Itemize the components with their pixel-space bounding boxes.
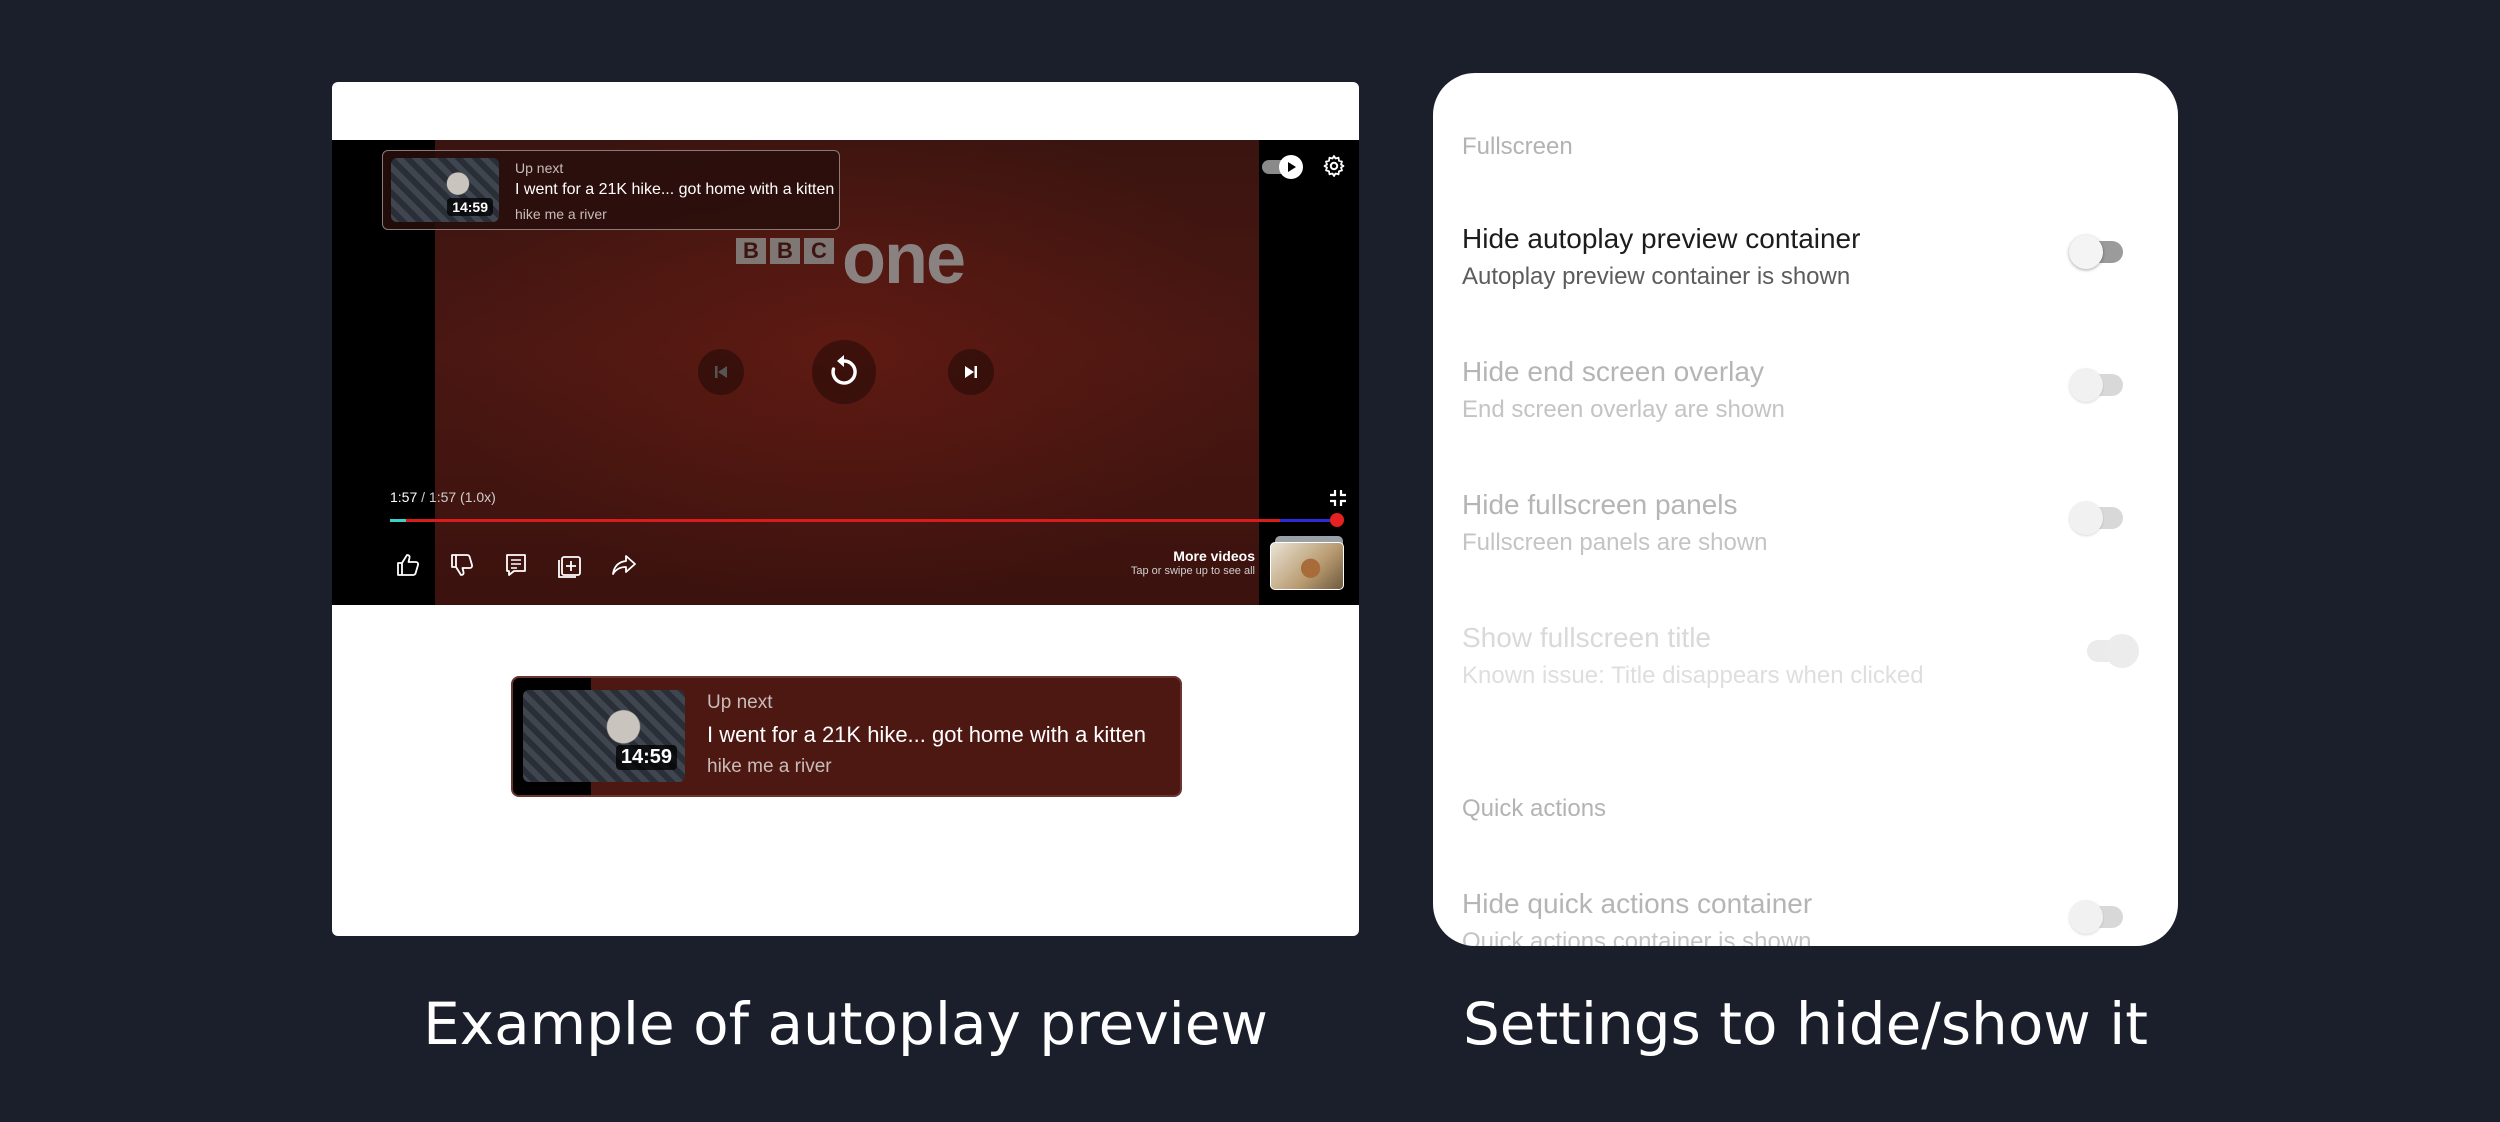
more-videos-thumbnail[interactable]: [1270, 542, 1344, 590]
up-next-channel: hike me a river: [515, 206, 607, 222]
setting-subtitle: Fullscreen panels are shown: [1462, 529, 1768, 556]
caption-right: Settings to hide/show it: [1462, 990, 2149, 1058]
total-time: 1:57: [428, 489, 457, 505]
setting-title: Hide quick actions container: [1462, 888, 1813, 919]
toggle-knob[interactable]: [2069, 235, 2103, 269]
dislike-icon[interactable]: [448, 551, 476, 579]
more-videos-subtitle: Tap or swipe up to see all: [1130, 565, 1255, 577]
toggle-knob[interactable]: [2069, 501, 2103, 535]
playback-speed: (1.0x): [456, 489, 496, 505]
channel-logo-one: one: [842, 219, 966, 299]
settings-panel: Fullscreen Hide autoplay preview contain…: [1433, 73, 2178, 946]
previous-icon: [715, 366, 727, 378]
previous-button[interactable]: [698, 349, 744, 395]
comments-icon[interactable]: [502, 551, 530, 579]
setting-title: Hide autoplay preview container: [1462, 223, 1861, 254]
setting-subtitle: End screen overlay are shown: [1462, 396, 1785, 423]
autoplay-toggle-icon[interactable]: [1279, 155, 1303, 179]
toggle-knob[interactable]: [2069, 368, 2103, 402]
like-icon[interactable]: [394, 551, 422, 579]
up-next-thumbnail-large[interactable]: 14:59: [523, 690, 685, 782]
setting-subtitle: Known issue: Title disappears when click…: [1462, 662, 1924, 689]
replay-button[interactable]: [812, 340, 876, 404]
section-header-quick-actions: Quick actions: [1462, 795, 1607, 822]
save-playlist-icon[interactable]: [556, 551, 584, 579]
up-next-label: Up next: [515, 160, 564, 176]
progress-bar[interactable]: [390, 519, 1338, 522]
next-button[interactable]: [948, 349, 994, 395]
up-next-label-large: Up next: [707, 692, 773, 713]
more-videos-title: More videos: [1173, 548, 1255, 564]
progress-scrubber[interactable]: [1330, 513, 1344, 527]
next-icon: [965, 366, 977, 378]
progress-start-segment: [390, 519, 406, 522]
setting-show-fullscreen-title[interactable]: Show fullscreen title Known issue: Title…: [1433, 622, 2178, 722]
setting-subtitle: Autoplay preview container is shown: [1462, 263, 1851, 290]
replay-icon: [831, 355, 857, 385]
setting-hide-fullscreen-panels[interactable]: Hide fullscreen panels Fullscreen panels…: [1433, 489, 2178, 589]
up-next-title: I went for a 21K hike... got home with a…: [515, 181, 835, 198]
setting-title: Hide end screen overlay: [1462, 356, 1764, 387]
gear-icon[interactable]: [1322, 154, 1346, 178]
setting-hide-autoplay-preview[interactable]: Hide autoplay preview container Autoplay…: [1433, 223, 2178, 323]
duration-badge-large: 14:59: [615, 745, 677, 770]
up-next-thumbnail[interactable]: 14:59: [391, 158, 499, 222]
toggle-knob[interactable]: [2105, 634, 2139, 668]
up-next-channel-large: hike me a river: [707, 756, 832, 777]
caption-left: Example of autoplay preview: [423, 990, 1268, 1058]
setting-title: Hide fullscreen panels: [1462, 489, 1738, 520]
exit-fullscreen-icon[interactable]: [1328, 488, 1348, 508]
setting-subtitle: Quick actions container is shown: [1462, 928, 1812, 946]
up-next-title-large: I went for a 21K hike... got home with a…: [707, 722, 1147, 747]
autoplay-example-card: B B C one 14:59 Up next I went for a 21K…: [332, 82, 1359, 936]
bbc-logo: B B C: [736, 238, 834, 264]
setting-hide-quick-actions[interactable]: Hide quick actions container Quick actio…: [1433, 888, 2178, 946]
duration-badge: 14:59: [447, 198, 493, 216]
autoplay-preview-container[interactable]: 14:59 Up next I went for a 21K hike... g…: [382, 150, 840, 230]
setting-hide-end-screen-overlay[interactable]: Hide end screen overlay End screen overl…: [1433, 356, 2178, 456]
video-player[interactable]: B B C one 14:59 Up next I went for a 21K…: [332, 140, 1359, 605]
section-header-fullscreen: Fullscreen: [1462, 133, 1573, 160]
time-display: 1:57 / 1:57 (1.0x): [390, 489, 496, 505]
current-time: 1:57: [390, 489, 418, 505]
setting-title: Show fullscreen title: [1462, 622, 1712, 653]
share-icon[interactable]: [610, 551, 638, 579]
toggle-knob[interactable]: [2069, 900, 2103, 934]
autoplay-preview-enlarged[interactable]: 14:59 Up next I went for a 21K hike... g…: [511, 676, 1182, 797]
